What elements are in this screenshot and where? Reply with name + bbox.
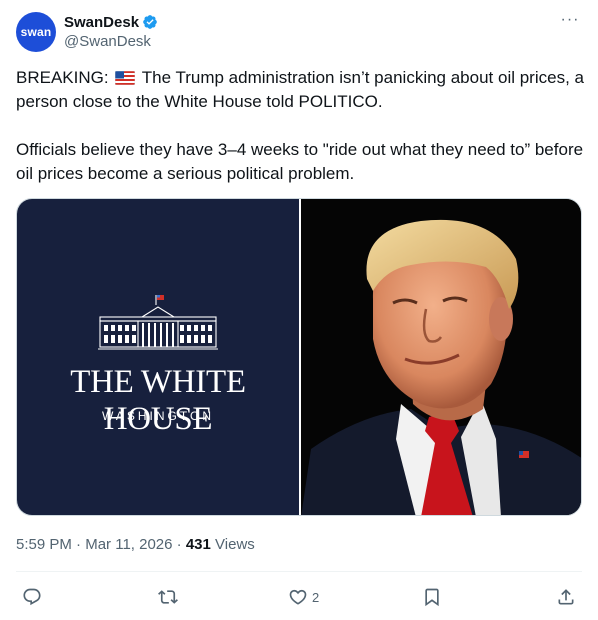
media-image-white-house-logo[interactable]: THE WHITE HOUSE WASHINGTON: [17, 199, 299, 515]
author-names: SwanDesk @SwanDesk: [64, 12, 158, 50]
verified-badge-icon: [143, 15, 157, 29]
more-options-icon[interactable]: ···: [558, 12, 582, 32]
display-name-row: SwanDesk: [64, 12, 158, 32]
tweet-card: swan SwanDesk @SwanDesk ··· BREAKING: Th…: [0, 0, 598, 620]
like-button[interactable]: 2: [288, 582, 319, 612]
divider-line: [16, 571, 582, 572]
bookmark-button[interactable]: [422, 582, 442, 612]
display-name[interactable]: SwanDesk: [64, 14, 139, 31]
share-icon: [558, 589, 574, 605]
meta-separator: ·: [76, 536, 82, 553]
white-house-title: THE WHITE HOUSE: [70, 364, 246, 437]
views-count[interactable]: 431: [186, 536, 211, 553]
meta-separator: ·: [176, 536, 182, 553]
handle[interactable]: @SwanDesk: [64, 33, 158, 50]
bookmark-icon: [425, 588, 439, 607]
white-house-subtitle: WASHINGTON: [101, 409, 214, 423]
tweet-time[interactable]: 5:59 PM: [16, 536, 72, 553]
reply-icon: [23, 588, 41, 606]
portrait-illustration: [301, 199, 581, 515]
tweet-meta: 5:59 PM · Mar 11, 2026 · 431 Views: [16, 536, 255, 553]
tweet-header: swan SwanDesk @SwanDesk ···: [16, 12, 582, 54]
tweet-date[interactable]: Mar 11, 2026: [85, 536, 172, 553]
like-count: 2: [312, 589, 320, 605]
action-bar: 2: [16, 582, 582, 612]
white-house-building-icon: [98, 295, 218, 350]
tweet-paragraph-2: Officials believe they have 3–4 weeks to…: [16, 140, 584, 183]
share-button[interactable]: [556, 582, 576, 612]
reply-button[interactable]: [22, 582, 42, 612]
media-grid[interactable]: THE WHITE HOUSE WASHINGTON: [16, 198, 582, 516]
media-image-portrait[interactable]: [301, 199, 581, 515]
avatar-text: swan: [20, 25, 52, 39]
repost-button[interactable]: [158, 582, 178, 612]
tweet-text: BREAKING: The Trump administration isn’t…: [16, 66, 586, 186]
heart-icon: [289, 589, 307, 605]
us-flag-icon: [115, 71, 136, 85]
views-label: Views: [215, 536, 255, 553]
avatar[interactable]: swan: [16, 12, 56, 52]
repost-icon: [158, 590, 178, 604]
breaking-label: BREAKING:: [16, 68, 109, 87]
tweet-paragraph-1: BREAKING: The Trump administration isn’t…: [16, 66, 586, 114]
